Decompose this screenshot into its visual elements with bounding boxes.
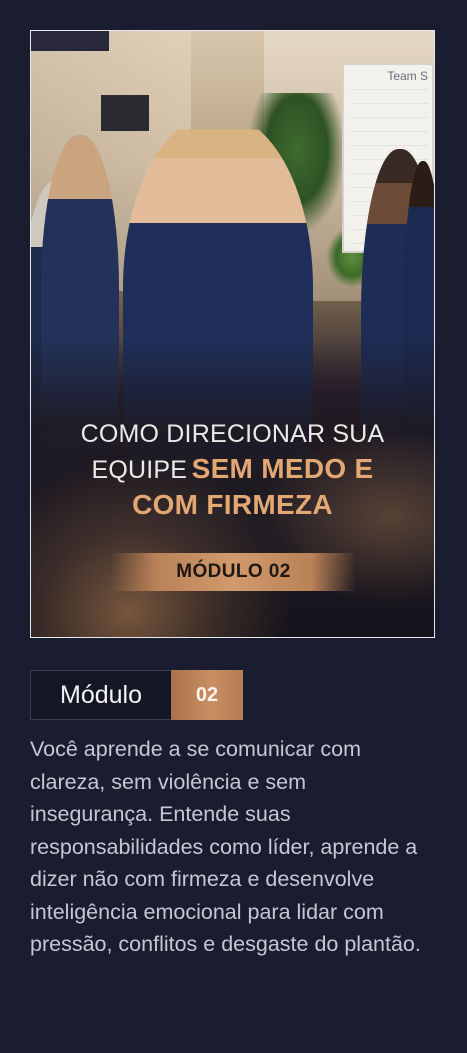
module-cover-image[interactable]: Team S COMO DIRECIONAR SUA EQUIPE SEM ME… xyxy=(30,30,435,638)
module-number-badge: 02 xyxy=(171,670,243,720)
headline-line-3: COM FIRMEZA xyxy=(132,489,333,520)
module-tag: Módulo 02 xyxy=(30,670,243,720)
headline-line-1: COMO DIRECIONAR SUA xyxy=(80,420,385,448)
module-banner: MÓDULO 02 xyxy=(111,553,356,591)
headline-line-2b: SEM MEDO E xyxy=(191,453,374,484)
wall-tv xyxy=(101,95,149,131)
headline-line-2a: EQUIPE xyxy=(91,456,188,484)
module-description: Você aprende a se comunicar com clareza,… xyxy=(30,737,421,956)
module-banner-text: MÓDULO 02 xyxy=(176,561,291,582)
board-title: Team S xyxy=(387,69,428,83)
module-card: Team S COMO DIRECIONAR SUA EQUIPE SEM ME… xyxy=(0,0,467,1053)
cover-headline: COMO DIRECIONAR SUA EQUIPE SEM MEDO E CO… xyxy=(31,419,434,525)
module-label: Módulo xyxy=(30,670,171,720)
ceiling-monitor xyxy=(31,31,109,51)
